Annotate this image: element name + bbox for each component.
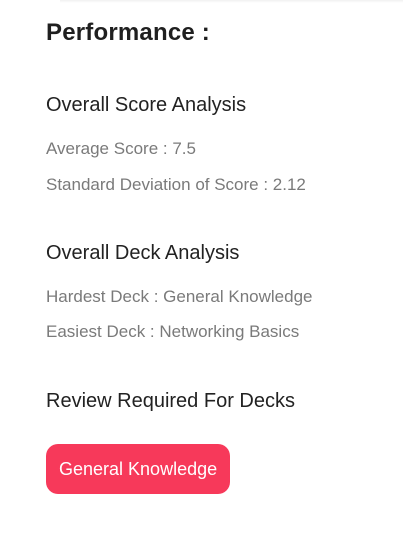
review-deck-list: General Knowledge — [46, 414, 386, 494]
score-analysis-heading: Overall Score Analysis — [46, 94, 247, 116]
deck-analysis-heading: Overall Deck Analysis — [46, 242, 240, 264]
review-deck-button[interactable]: General Knowledge — [46, 444, 231, 494]
hardest-deck-text: Hardest Deck : General Knowledge — [46, 287, 313, 306]
standard-deviation-text: Standard Deviation of Score : 2.12 — [46, 175, 306, 194]
average-score-text: Average Score : 7.5 — [46, 139, 196, 158]
review-required-heading: Review Required For Decks — [46, 390, 295, 412]
top-divider-shadow — [60, 0, 403, 3]
easiest-deck-text: Easiest Deck : Networking Basics — [46, 322, 300, 341]
performance-panel: Performance : Overall Score Analysis Ave… — [46, 18, 386, 494]
performance-title: Performance : — [46, 19, 210, 46]
